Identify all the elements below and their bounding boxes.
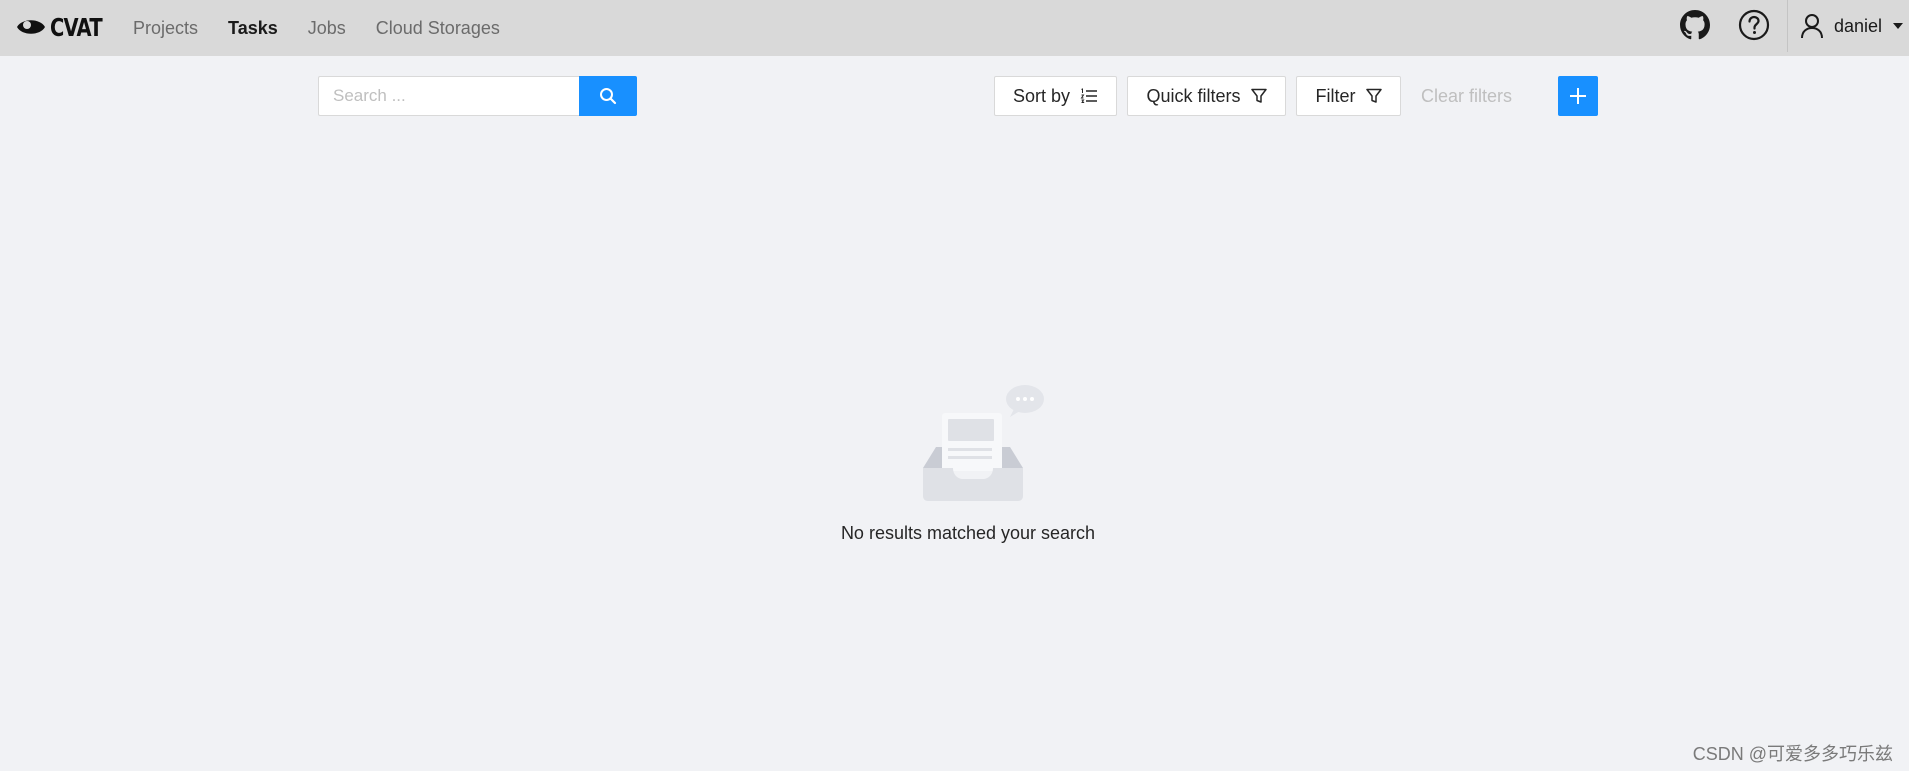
add-task-button[interactable] xyxy=(1558,76,1598,116)
nav-cloud-storages[interactable]: Cloud Storages xyxy=(361,18,515,39)
empty-inbox-icon xyxy=(923,385,1044,501)
search-button[interactable] xyxy=(579,76,637,116)
sort-by-label: Sort by xyxy=(1012,85,1071,106)
quick-filters-label: Quick filters xyxy=(1146,85,1241,106)
user-name: daniel xyxy=(1834,15,1883,36)
cvat-eye-icon xyxy=(17,20,45,34)
nav-jobs[interactable]: Jobs xyxy=(293,18,361,39)
top-header: CVAT Projects Tasks Jobs Cloud Storages … xyxy=(0,0,1909,56)
github-icon[interactable] xyxy=(1678,8,1712,42)
main-nav: Projects Tasks Jobs Cloud Storages xyxy=(118,0,515,56)
filter-icon xyxy=(1365,88,1382,103)
cvat-logo[interactable]: CVAT xyxy=(16,12,116,42)
clear-filters-button[interactable]: Clear filters xyxy=(1421,76,1512,116)
plus-icon xyxy=(1570,88,1586,104)
header-divider xyxy=(1787,0,1788,52)
empty-state-message: No results matched your search xyxy=(0,523,1909,544)
question-circle-icon[interactable] xyxy=(1737,8,1771,42)
caret-down-icon xyxy=(1893,23,1904,29)
search-input[interactable] xyxy=(318,76,579,116)
ordered-list-icon xyxy=(1080,88,1098,103)
logo-text: CVAT xyxy=(50,12,103,42)
user-menu[interactable]: daniel xyxy=(1800,0,1904,52)
nav-projects[interactable]: Projects xyxy=(118,18,213,39)
sort-by-button[interactable]: Sort by xyxy=(994,76,1117,116)
search-bar xyxy=(318,76,637,116)
filter-label: Filter xyxy=(1315,85,1356,106)
empty-message-text: No results matched your search xyxy=(840,523,1096,543)
quick-filters-button[interactable]: Quick filters xyxy=(1127,76,1286,116)
filter-icon xyxy=(1250,88,1267,103)
clear-filters-label: Clear filters xyxy=(1421,85,1513,106)
search-icon xyxy=(600,88,617,105)
user-icon xyxy=(1801,14,1823,39)
watermark: CSDN @可爱多多巧乐兹 xyxy=(1692,744,1893,764)
nav-tasks[interactable]: Tasks xyxy=(213,18,293,39)
filter-button[interactable]: Filter xyxy=(1296,76,1401,116)
